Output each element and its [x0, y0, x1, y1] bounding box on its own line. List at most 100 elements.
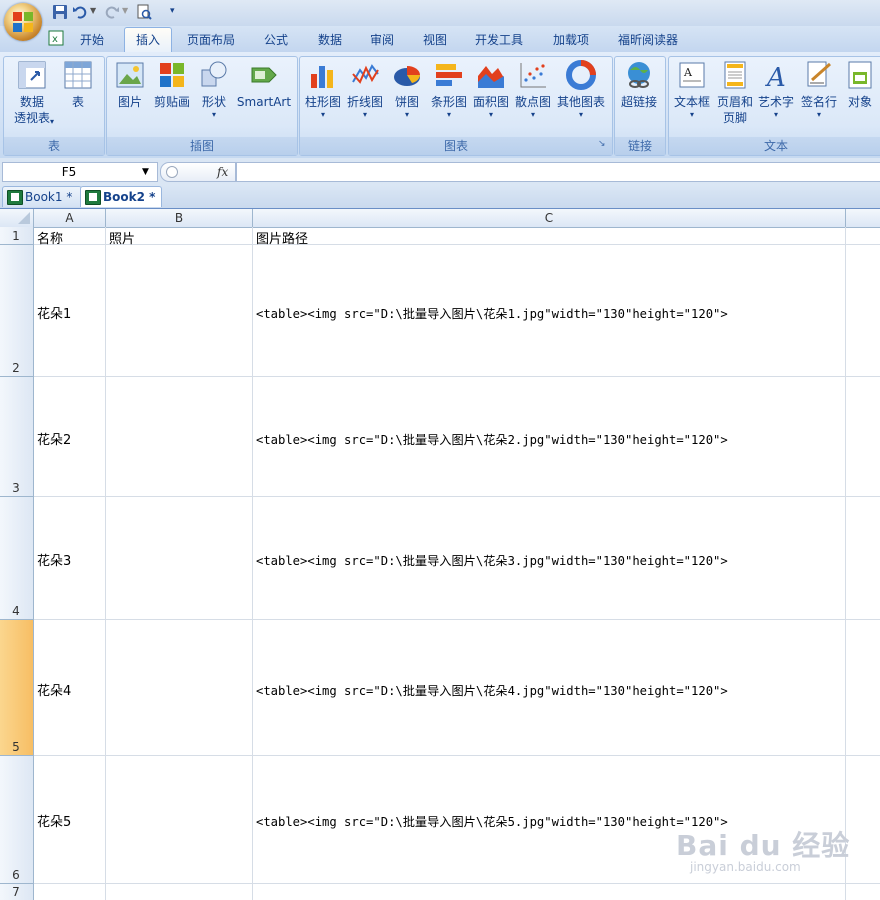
column-header-c[interactable]: C [253, 209, 846, 227]
tab-insert[interactable]: 插入 [124, 27, 172, 54]
row-number: 6 [12, 868, 20, 882]
gridline [34, 619, 880, 620]
column-header-b[interactable]: B [106, 209, 253, 227]
shapes-button[interactable]: 形状 ▾ [196, 58, 232, 120]
wordart-label: 艺术字 [757, 95, 794, 109]
row-header-3[interactable]: 3 [0, 377, 34, 497]
area-chart-button[interactable]: 面积图 ▾ [470, 58, 512, 120]
row-header-7[interactable]: 7 [0, 884, 34, 900]
workbook-tab-book2[interactable]: Book2 * [80, 186, 162, 207]
group-illustrations-label: 插图 [107, 137, 297, 155]
hyperlink-icon [628, 62, 650, 88]
cell-a5[interactable]: 花朵4 [37, 680, 71, 699]
save-icon[interactable] [52, 4, 68, 20]
pie-chart-button[interactable]: 饼图 ▾ [386, 58, 428, 120]
charts-dialog-launcher-icon[interactable]: ↘ [598, 139, 606, 149]
tab-page-layout[interactable]: 页面布局 [180, 28, 242, 52]
wordart-dropdown-icon[interactable]: ▾ [756, 110, 796, 120]
pie-chart-icon [394, 66, 420, 86]
bar-chart-dropdown-icon[interactable]: ▾ [428, 110, 470, 120]
shapes-dropdown-icon[interactable]: ▾ [196, 110, 232, 120]
cell-c3[interactable]: <table><img src="D:\批量导入图片\花朵2.jpg"width… [256, 430, 728, 448]
scatter-chart-dropdown-icon[interactable]: ▾ [512, 110, 554, 120]
column-chart-button[interactable]: 柱形图 ▾ [302, 58, 344, 120]
signature-line-button[interactable]: 签名行 ▾ [798, 58, 840, 120]
row-header-6[interactable]: 6 [0, 756, 34, 884]
picture-button[interactable]: 图片 [110, 58, 150, 110]
other-charts-button[interactable]: 其他图表 ▾ [554, 58, 608, 120]
signature-line-label: 签名行 [800, 95, 837, 109]
row-header-2[interactable]: 2 [0, 245, 34, 377]
line-chart-button[interactable]: 折线图 ▾ [344, 58, 386, 120]
cell-a2[interactable]: 花朵1 [37, 303, 71, 322]
smartart-button[interactable]: SmartArt [236, 58, 292, 110]
cell-c4[interactable]: <table><img src="D:\批量导入图片\花朵3.jpg"width… [256, 551, 728, 569]
formula-input[interactable] [236, 162, 880, 182]
scatter-chart-button[interactable]: 散点图 ▾ [512, 58, 554, 120]
table-button[interactable]: 表 [60, 58, 96, 110]
column-header-d[interactable] [846, 209, 880, 227]
cell-a1[interactable]: 名称 [37, 228, 63, 247]
print-preview-icon[interactable] [136, 4, 152, 20]
tab-developer[interactable]: 开发工具 [468, 28, 530, 52]
tab-formulas[interactable]: 公式 [254, 28, 298, 52]
gridline [845, 227, 846, 900]
other-charts-dropdown-icon[interactable]: ▾ [554, 110, 608, 120]
insert-function-button[interactable]: fx [217, 163, 228, 181]
row-number: 4 [12, 604, 20, 618]
column-chart-icon [311, 66, 333, 88]
column-chart-dropdown-icon[interactable]: ▾ [302, 110, 344, 120]
pivot-table-button[interactable]: 数据 透视表 [6, 58, 58, 126]
object-label: 对象 [847, 95, 872, 109]
tab-home[interactable]: 开始 [72, 28, 112, 52]
row-header-4[interactable]: 4 [0, 497, 34, 620]
line-chart-dropdown-icon[interactable]: ▾ [344, 110, 386, 120]
text-box-label: 文本框 [673, 95, 710, 109]
excel-doc-icon[interactable]: x [48, 30, 64, 46]
cell-c2[interactable]: <table><img src="D:\批量导入图片\花朵1.jpg"width… [256, 304, 728, 322]
cell-a3[interactable]: 花朵2 [37, 429, 71, 448]
cell-c1[interactable]: 图片路径 [256, 228, 308, 247]
svg-text:A: A [765, 63, 786, 90]
scatter-chart-icon [520, 63, 546, 88]
cell-a4[interactable]: 花朵3 [37, 550, 71, 569]
object-button[interactable]: 对象 [842, 58, 878, 110]
wordart-button[interactable]: A 艺术字 ▾ [756, 58, 796, 120]
tab-foxit-reader[interactable]: 福昕阅读器 [610, 28, 686, 52]
tab-review[interactable]: 审阅 [360, 28, 404, 52]
text-box-dropdown-icon[interactable]: ▾ [670, 110, 714, 120]
header-footer-button[interactable]: 页眉和 页脚 [713, 58, 757, 126]
hyperlink-button[interactable]: 超链接 [616, 58, 662, 110]
name-box-dropdown-icon[interactable]: ▼ [142, 163, 149, 181]
gridline [34, 496, 880, 497]
cell-b1[interactable]: 照片 [109, 228, 135, 247]
text-box-icon: A [679, 62, 705, 88]
redo-dropdown-icon[interactable]: ▼ [122, 6, 128, 15]
cell-c5[interactable]: <table><img src="D:\批量导入图片\花朵4.jpg"width… [256, 681, 728, 699]
row-header-5[interactable]: 5 [0, 620, 34, 756]
formula-bar-collapse-icon[interactable] [166, 166, 178, 178]
excel-file-icon [85, 190, 101, 205]
bar-chart-button[interactable]: 条形图 ▾ [428, 58, 470, 120]
signature-line-dropdown-icon[interactable]: ▾ [798, 110, 840, 120]
tab-data[interactable]: 数据 [308, 28, 352, 52]
row-header-1[interactable]: 1 [0, 227, 34, 245]
area-chart-dropdown-icon[interactable]: ▾ [470, 110, 512, 120]
undo-icon[interactable] [72, 4, 88, 20]
pivot-dropdown-icon[interactable]: ▾ [50, 117, 54, 127]
smartart-icon [251, 67, 277, 83]
column-header-a[interactable]: A [34, 209, 106, 227]
tab-add-ins[interactable]: 加载项 [544, 28, 598, 52]
name-box-value: F5 [61, 165, 77, 179]
clip-art-button[interactable]: 剪贴画 [152, 58, 192, 110]
undo-dropdown-icon[interactable]: ▼ [90, 6, 96, 15]
workbook-tab-book1[interactable]: Book1 * [2, 186, 82, 207]
customize-qat-icon[interactable]: ▾ [170, 6, 175, 16]
tab-view[interactable]: 视图 [413, 28, 457, 52]
cell-c6[interactable]: <table><img src="D:\批量导入图片\花朵5.jpg"width… [256, 812, 728, 830]
pie-chart-dropdown-icon[interactable]: ▾ [386, 110, 428, 120]
gridline [34, 883, 880, 884]
redo-icon[interactable] [104, 4, 120, 20]
text-box-button[interactable]: A 文本框 ▾ [670, 58, 714, 120]
cell-a6[interactable]: 花朵5 [37, 811, 71, 830]
